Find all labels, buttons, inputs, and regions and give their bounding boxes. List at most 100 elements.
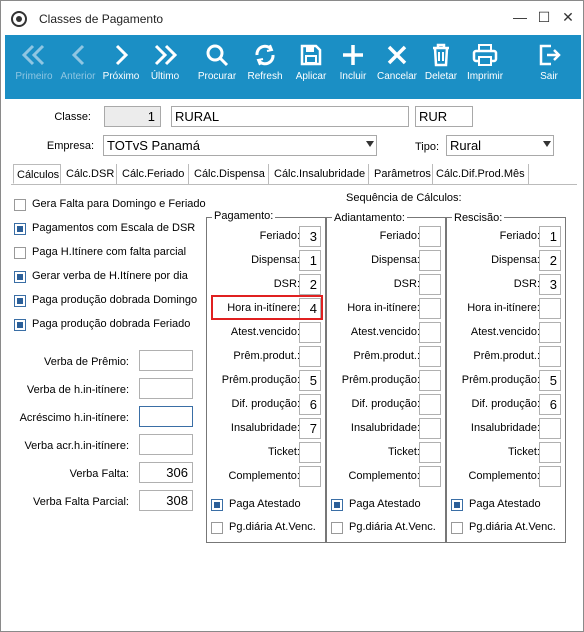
adiantamento-order-input-3[interactable] (419, 298, 441, 319)
rescisao-paga-atestado-checkbox[interactable] (451, 499, 463, 511)
apply-label: Aplicar (295, 71, 327, 82)
exit-button[interactable]: Sair (529, 35, 569, 99)
rescisao-order-input-5[interactable] (539, 346, 561, 367)
tab-parametros[interactable]: Parâmetros (371, 164, 433, 184)
option-checkbox-5[interactable] (14, 319, 26, 331)
adiantamento-order-input-4[interactable] (419, 322, 441, 343)
pagamento-order-input-6[interactable]: 5 (299, 370, 321, 391)
pagamento-paga-atestado-checkbox[interactable] (211, 499, 223, 511)
option-checkbox-0[interactable] (14, 199, 26, 211)
close-button[interactable]: ✕ (557, 7, 579, 27)
pagamento-order-input-4[interactable] (299, 322, 321, 343)
search-button[interactable]: Procurar (195, 35, 239, 99)
adiantamento-order-input-6[interactable] (419, 370, 441, 391)
tipo-value: Rural (450, 138, 482, 153)
chevron-right-icon (115, 44, 129, 66)
adiantamento-order-input-1[interactable] (419, 250, 441, 271)
save-icon (300, 44, 322, 66)
pagamento-order-input-7[interactable]: 6 (299, 394, 321, 415)
rescisao-order-input-4[interactable] (539, 322, 561, 343)
sequence-title: Sequência de Cálculos: (346, 192, 462, 204)
rescisao-row-label-0: Feriado: (499, 230, 540, 242)
rescisao-row-label-7: Dif. produção: (471, 398, 540, 410)
delete-button[interactable]: Deletar (419, 35, 463, 99)
option-checkbox-2[interactable] (14, 247, 26, 259)
rescisao-order-input-6[interactable]: 5 (539, 370, 561, 391)
tab-divider (11, 184, 577, 185)
chevron-down-icon (543, 141, 551, 147)
classe-code-input[interactable]: 1 (104, 106, 161, 127)
tipo-select[interactable]: Rural (446, 135, 554, 156)
pagamento-order-input-8[interactable]: 7 (299, 418, 321, 439)
maximize-button[interactable]: ☐ (533, 7, 555, 27)
adiantamento-order-input-5[interactable] (419, 346, 441, 367)
verba-hitinere-input[interactable] (139, 378, 193, 399)
rescisao-paga-atestado-label: Paga Atestado (469, 498, 541, 510)
classe-abbr-input[interactable]: RUR (415, 106, 473, 127)
tab-calc-dif-prod-mes[interactable]: Cálc.Dif.Prod.Mês (433, 164, 529, 184)
verba-falta-parcial-input[interactable]: 308 (139, 490, 193, 511)
tab-calc-insalubridade[interactable]: Cálc.Insalubridade (271, 164, 369, 184)
rescisao-order-input-9[interactable] (539, 442, 561, 463)
print-label: Imprimir (466, 71, 504, 82)
rescisao-row-label-3: Hora in-itínere: (467, 302, 540, 314)
option-checkbox-1[interactable] (14, 223, 26, 235)
rescisao-order-input-3[interactable] (539, 298, 561, 319)
adiantamento-pg-diaria-checkbox[interactable] (331, 522, 343, 534)
option-checkbox-3[interactable] (14, 271, 26, 283)
rescisao-row-label-8: Insalubridade: (470, 422, 540, 434)
pagamento-pg-diaria-checkbox[interactable] (211, 522, 223, 534)
tab-calculos[interactable]: Cálculos (13, 164, 61, 184)
rescisao-order-input-0[interactable]: 1 (539, 226, 561, 247)
double-chevron-left-icon (21, 44, 45, 66)
option-label-5: Paga produção dobrada Feriado (32, 318, 191, 330)
verba-falta-input[interactable]: 306 (139, 462, 193, 483)
last-button[interactable]: Último (143, 35, 187, 99)
option-checkbox-4[interactable] (14, 295, 26, 307)
pagamento-order-input-2[interactable]: 2 (299, 274, 321, 295)
adiantamento-order-input-9[interactable] (419, 442, 441, 463)
pagamento-order-input-0[interactable]: 3 (299, 226, 321, 247)
refresh-button[interactable]: Refresh (243, 35, 287, 99)
apply-button[interactable]: Aplicar (289, 35, 333, 99)
minimize-button[interactable]: — (509, 7, 531, 27)
rescisao-order-input-7[interactable]: 6 (539, 394, 561, 415)
adiantamento-order-input-2[interactable] (419, 274, 441, 295)
rescisao-order-input-2[interactable]: 3 (539, 274, 561, 295)
pagamento-order-input-5[interactable] (299, 346, 321, 367)
rescisao-row-label-6: Prêm.produção: (461, 374, 540, 386)
next-button[interactable]: Próximo (99, 35, 143, 99)
rescisao-order-input-10[interactable] (539, 466, 561, 487)
rescisao-order-input-1[interactable]: 2 (539, 250, 561, 271)
pagamento-row-label-9: Ticket: (268, 446, 300, 458)
rescisao-pg-diaria-checkbox[interactable] (451, 522, 463, 534)
empresa-select[interactable]: TOTvS Panamá (103, 135, 377, 156)
adiantamento-order-input-0[interactable] (419, 226, 441, 247)
adiantamento-order-input-10[interactable] (419, 466, 441, 487)
tab-calc-feriado[interactable]: Cálc.Feriado (119, 164, 189, 184)
exit-label: Sair (540, 71, 558, 82)
first-label: Primeiro (15, 71, 53, 82)
tab-calc-dispensa[interactable]: Cálc.Dispensa (191, 164, 269, 184)
cancel-button[interactable]: Cancelar (375, 35, 419, 99)
adiantamento-row-label-10: Complemento: (348, 470, 420, 482)
print-button[interactable]: Imprimir (463, 35, 507, 99)
previous-button[interactable]: Anterior (55, 35, 101, 99)
rescisao-row-label-1: Dispensa: (491, 254, 540, 266)
pagamento-order-input-9[interactable] (299, 442, 321, 463)
tab-calc-dsr[interactable]: Cálc.DSR (63, 164, 117, 184)
double-chevron-right-icon (154, 44, 178, 66)
verba-premio-input[interactable] (139, 350, 193, 371)
adiantamento-order-input-7[interactable] (419, 394, 441, 415)
pagamento-order-input-1[interactable]: 1 (299, 250, 321, 271)
verba-acr-input[interactable] (139, 434, 193, 455)
adiantamento-order-input-8[interactable] (419, 418, 441, 439)
adiantamento-paga-atestado-checkbox[interactable] (331, 499, 343, 511)
trash-icon (433, 43, 449, 67)
add-button[interactable]: Incluir (331, 35, 375, 99)
pagamento-order-input-10[interactable] (299, 466, 321, 487)
acrescimo-input[interactable] (139, 406, 193, 427)
classe-name-input[interactable]: RURAL (171, 106, 409, 127)
rescisao-order-input-8[interactable] (539, 418, 561, 439)
first-button[interactable]: Primeiro (9, 35, 59, 99)
